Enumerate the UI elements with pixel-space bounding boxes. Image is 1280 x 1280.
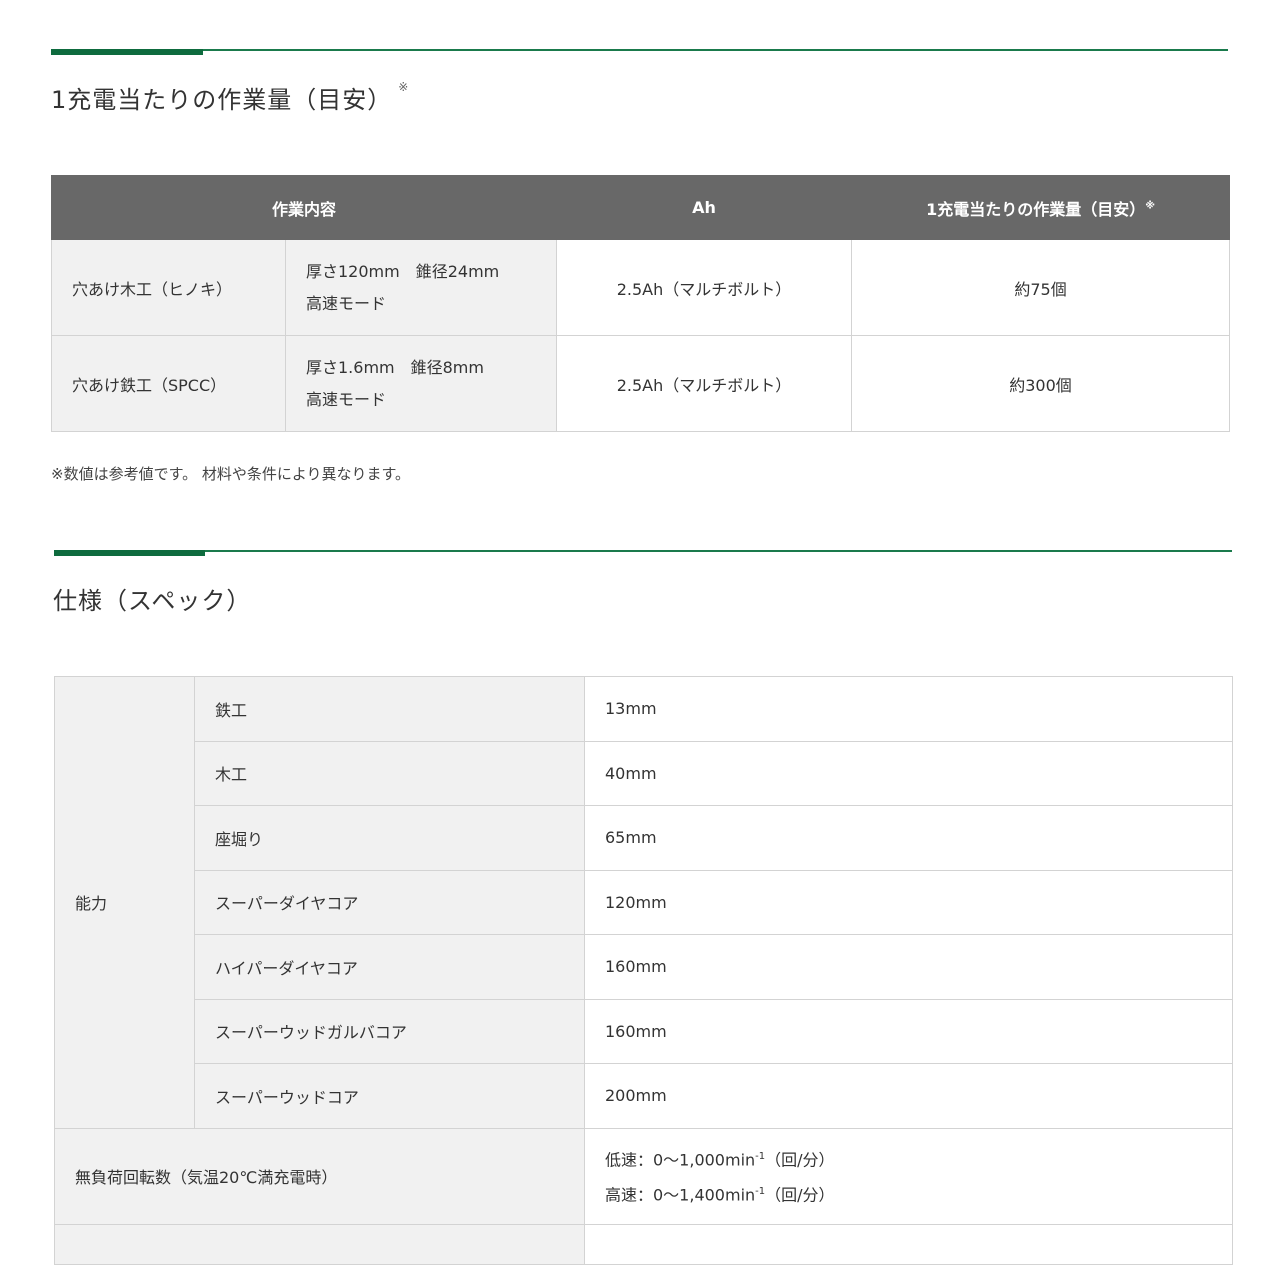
task-cell: 穴あけ鉄工（SPCC）: [51, 335, 286, 432]
header-amount: 1充電当たりの作業量（目安）※: [851, 175, 1231, 240]
condition-cell: 厚さ1.6mm 錐径8mm 高速モード: [284, 335, 558, 432]
spec-value: 65mm: [584, 805, 1233, 871]
spec-item: スーパーウッドコア: [194, 1063, 585, 1129]
task-cell: 穴あけ木工（ヒノキ）: [51, 239, 286, 336]
table-row: 座堀り 65mm: [55, 805, 1233, 871]
table-row: 穴あけ木工（ヒノキ） 厚さ120mm 錐径24mm 高速モード 2.5Ah（マルチ…: [51, 239, 1231, 336]
footnote: ※数値は参考値です。 材料や条件により異なります。: [51, 465, 411, 483]
table-row: 能力 鉄工 13mm: [54, 676, 1233, 1129]
speed-label: 無負荷回転数（気温20℃満充電時）: [54, 1127, 585, 1225]
spec-value: 200mm: [584, 1063, 1233, 1129]
table-row: スーパーウッドコア 200mm: [55, 1063, 1233, 1129]
table-row: 無負荷回転数（気温20℃満充電時） 低速：0～1,000min-1（回/分） 高速…: [54, 1127, 1233, 1225]
spec-item: 鉄工: [194, 676, 585, 742]
spec-value: 13mm: [584, 676, 1233, 742]
spec-value: 160mm: [584, 934, 1233, 1000]
spec-value: 120mm: [584, 869, 1233, 935]
capacity-label: 能力: [54, 676, 195, 1129]
ah-cell: 2.5Ah（マルチボルト）: [556, 335, 853, 432]
amount-cell: 約75個: [851, 239, 1231, 336]
header-task: 作業内容: [50, 175, 558, 240]
spec-item: [54, 1223, 585, 1265]
spec-item: 木工: [194, 740, 585, 806]
section-divider: [54, 550, 1232, 552]
section-accent-bar: [54, 550, 205, 556]
spec-item: ハイパーダイヤコア: [194, 934, 585, 1000]
spec-item: 座堀り: [194, 805, 585, 871]
table-row: スーパーウッドガルバコア 160mm: [55, 998, 1233, 1064]
header-ah: Ah: [556, 175, 853, 240]
section-divider: [51, 49, 1228, 51]
table-row: ハイパーダイヤコア 160mm: [55, 934, 1233, 1000]
spec-value: [584, 1223, 1233, 1265]
spec-item: スーパーウッドガルバコア: [194, 998, 585, 1064]
table-row: 穴あけ鉄工（SPCC） 厚さ1.6mm 錐径8mm 高速モード 2.5Ah（マルチ…: [51, 335, 1231, 432]
ah-cell: 2.5Ah（マルチボルト）: [556, 239, 853, 336]
condition-cell: 厚さ120mm 錐径24mm 高速モード: [284, 239, 558, 336]
speed-value: 低速：0～1,000min-1（回/分） 高速：0～1,400min-1（回/分）: [584, 1127, 1233, 1225]
work-amount-table: 作業内容 Ah 1充電当たりの作業量（目安）※ 穴あけ木工（ヒノキ） 厚さ120…: [50, 175, 1231, 432]
spec-item: スーパーダイヤコア: [194, 869, 585, 935]
section-title: 1充電当たりの作業量（目安） ※: [51, 80, 410, 114]
amount-cell: 約300個: [851, 335, 1231, 432]
spec-value: 40mm: [584, 740, 1233, 806]
spec-table: 能力 鉄工 13mm 木工 40mm 座堀り 65mm スーパーダイヤコア 120mm ハイパーダ…: [54, 676, 1233, 1265]
table-row: スーパーダイヤコア 120mm: [55, 869, 1233, 935]
table-row: 木工 40mm: [55, 740, 1233, 806]
section-title: 仕様（スペック）: [53, 587, 252, 615]
section-accent-bar: [51, 49, 203, 55]
spec-value: 160mm: [584, 998, 1233, 1064]
